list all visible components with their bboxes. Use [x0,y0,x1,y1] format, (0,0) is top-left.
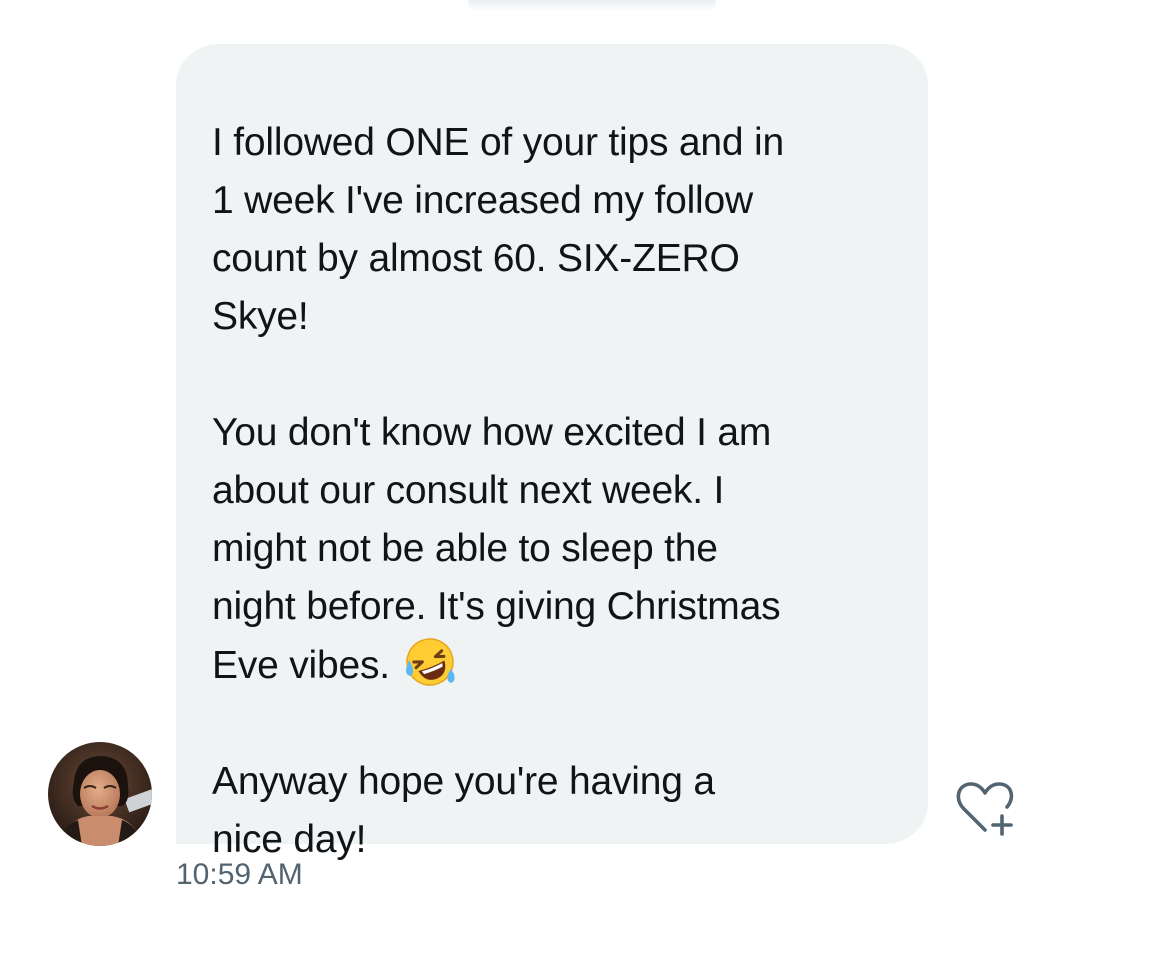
message-paragraph-2: You don't know how excited I am about ou… [212,404,898,695]
message-paragraph-1: I followed ONE of your tips and in 1 wee… [212,114,898,346]
sender-avatar[interactable] [48,742,152,846]
rolling-on-the-floor-laughing-emoji-icon [405,638,455,686]
message-line-with-emoji: Eve vibes. [212,636,898,695]
react-button[interactable] [952,778,1024,840]
message-line: Skye! [212,295,309,338]
message-timestamp: 10:59 AM [176,858,303,891]
message-paragraph-3: Anyway hope you're having a nice day! [212,753,898,869]
message-line-text: Eve vibes. [212,644,390,687]
message-line: count by almost 60. SIX-ZERO [212,237,740,280]
message-line: night before. It's giving Christmas [212,585,781,628]
message-line: might not be able to sleep the [212,527,718,570]
message-line: nice day! [212,818,367,861]
message-bubble[interactable]: I followed ONE of your tips and in 1 wee… [176,44,928,861]
heart-plus-icon [956,782,1014,836]
message-line: 1 week I've increased my follow [212,179,753,222]
previous-message-edge [468,0,716,12]
message-line: I followed ONE of your tips and in [212,121,784,164]
message-line: Anyway hope you're having a [212,760,715,803]
message-line: You don't know how excited I am [212,411,772,454]
avatar-image [48,742,152,846]
message-line: about our consult next week. I [212,469,725,512]
